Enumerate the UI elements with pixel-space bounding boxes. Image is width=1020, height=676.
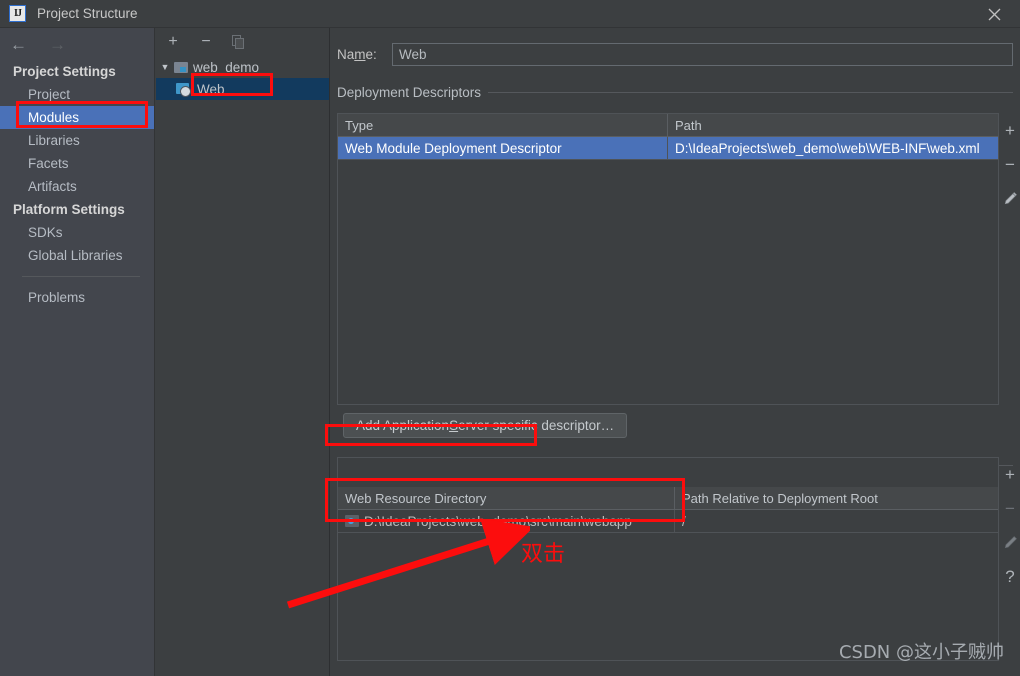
module-detail-panel: Name: Deployment Descriptors Type Path W… xyxy=(331,28,1020,676)
close-icon[interactable] xyxy=(972,0,1016,28)
group-rule xyxy=(488,92,1013,93)
deployment-descriptors-toolbar: + − xyxy=(999,113,1020,215)
sidebar-item-libraries[interactable]: Libraries xyxy=(0,129,154,152)
copy-module-button[interactable] xyxy=(230,33,248,51)
add-descriptor-button[interactable]: + xyxy=(999,113,1020,147)
module-name-row: Name: xyxy=(337,42,1013,66)
edit-descriptor-button[interactable] xyxy=(999,181,1020,215)
directory-icon xyxy=(345,515,359,527)
cell-web-resource-directory: D:\IdeaProjects\web_demo\src\main\webapp xyxy=(338,510,675,532)
sidebar-item-artifacts[interactable]: Artifacts xyxy=(0,175,154,198)
module-name-label: Name: xyxy=(337,46,377,62)
column-header-web-resource-directory[interactable]: Web Resource Directory xyxy=(338,487,675,509)
remove-descriptor-button[interactable]: − xyxy=(999,147,1020,181)
sidebar-group-platform-settings: Platform Settings xyxy=(13,202,125,217)
cell-path-relative: / xyxy=(682,513,686,529)
web-resource-directories-table[interactable]: Web Resource Directory Path Relative to … xyxy=(337,457,999,661)
sidebar-item-global-libraries[interactable]: Global Libraries xyxy=(0,244,154,267)
module-tree-panel: + − ▼ web_demo Web xyxy=(156,28,330,676)
cell-path: D:\IdeaProjects\web_demo\web\WEB-INF\web… xyxy=(675,140,980,156)
web-facet-icon xyxy=(176,82,191,97)
module-tree-toolbar: + − xyxy=(156,28,329,56)
module-name-input[interactable] xyxy=(392,42,1013,66)
edit-resource-dir-button[interactable] xyxy=(999,525,1020,559)
sidebar-item-sdks[interactable]: SDKs xyxy=(0,221,154,244)
arrow-left-icon[interactable]: ← xyxy=(10,36,27,53)
watermark: CSDN @这小子贼帅 xyxy=(838,642,1004,663)
add-module-button[interactable]: + xyxy=(164,33,182,51)
tree-node-label: Web xyxy=(197,81,225,97)
remove-resource-dir-button[interactable]: − xyxy=(999,491,1020,525)
row-separator xyxy=(338,159,998,160)
project-structure-dialog: IJ Project Structure ← → Project Setting… xyxy=(0,0,1020,676)
chevron-down-icon[interactable]: ▼ xyxy=(156,62,174,72)
arrow-right-icon[interactable]: → xyxy=(49,36,66,53)
sidebar-item-project[interactable]: Project xyxy=(0,83,154,106)
sidebar-item-modules[interactable]: Modules xyxy=(0,106,154,129)
table-row[interactable]: Web Module Deployment Descriptor D:\Idea… xyxy=(338,137,998,159)
deployment-descriptors-table[interactable]: Type Path Web Module Deployment Descript… xyxy=(337,113,999,405)
web-resource-directories-toolbar: + − ? xyxy=(999,457,1020,593)
sidebar-group-project-settings: Project Settings xyxy=(13,64,116,79)
settings-sidebar: ← → Project Settings Project Modules Lib… xyxy=(0,28,155,676)
table-row[interactable]: D:\IdeaProjects\web_demo\src\main\webapp… xyxy=(338,510,998,532)
window-title: Project Structure xyxy=(37,6,138,21)
sidebar-item-problems[interactable]: Problems xyxy=(0,286,154,309)
sidebar-nav-arrows: ← → xyxy=(0,28,154,60)
module-folder-icon xyxy=(174,61,188,73)
deployment-descriptors-group-label: Deployment Descriptors xyxy=(337,85,1013,100)
column-header-type[interactable]: Type xyxy=(338,114,668,136)
tree-node-label: web_demo xyxy=(193,59,260,75)
sidebar-item-facets[interactable]: Facets xyxy=(0,152,154,175)
cell-type: Web Module Deployment Descriptor xyxy=(338,137,668,159)
app-logo-icon: IJ xyxy=(9,5,26,22)
row-separator xyxy=(338,532,998,533)
column-header-path-relative[interactable]: Path Relative to Deployment Root xyxy=(675,487,998,509)
tree-node-web[interactable]: Web xyxy=(156,78,329,100)
column-header-path[interactable]: Path xyxy=(668,114,998,136)
help-button[interactable]: ? xyxy=(999,559,1020,593)
table-header-row: Web Resource Directory Path Relative to … xyxy=(338,487,998,510)
tree-node-web-demo[interactable]: ▼ web_demo xyxy=(156,56,329,78)
sidebar-divider xyxy=(22,276,140,277)
remove-module-button[interactable]: − xyxy=(197,33,215,51)
add-resource-dir-button[interactable]: + xyxy=(999,457,1020,491)
add-application-server-descriptor-button[interactable]: Add Application Server specific descript… xyxy=(343,413,628,438)
annotation-label-double-click: 双击 xyxy=(521,542,566,567)
title-bar: IJ Project Structure xyxy=(0,0,1020,28)
table-header-row: Type Path xyxy=(338,114,998,137)
